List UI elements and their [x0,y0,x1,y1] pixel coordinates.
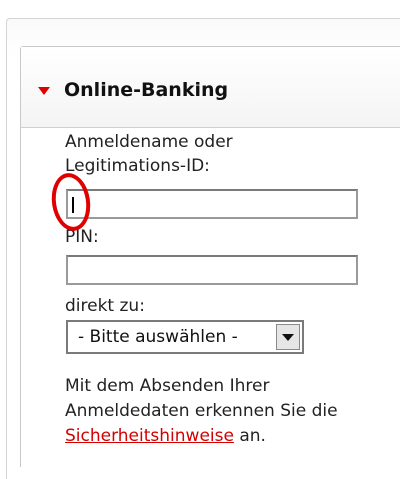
username-label-line1: Anmeldename oder [65,132,233,152]
notice-text: Mit dem Absenden Ihrer Anmeldedaten erke… [65,376,338,421]
username-input[interactable] [66,189,358,219]
pin-input[interactable] [66,255,358,285]
panel-header[interactable]: Online-Banking [21,47,400,128]
triangle-down-icon[interactable] [38,87,50,95]
destination-select[interactable]: - Bitte auswählen - [66,320,304,354]
username-label-line2: Legitimations-ID: [65,156,210,176]
security-notes-link[interactable]: Sicherheitshinweise [65,426,234,446]
online-banking-panel: Online-Banking Anmeldename oder Legitima… [20,46,400,467]
destination-selected-value: - Bitte auswählen - [78,327,238,347]
chevron-down-icon[interactable] [276,324,300,350]
security-notice: Mit dem Absenden Ihrer Anmeldedaten erke… [65,374,385,449]
notice-text-end: an. [239,426,266,446]
destination-label: direkt zu: [65,296,145,316]
panel-title: Online-Banking [64,79,229,101]
